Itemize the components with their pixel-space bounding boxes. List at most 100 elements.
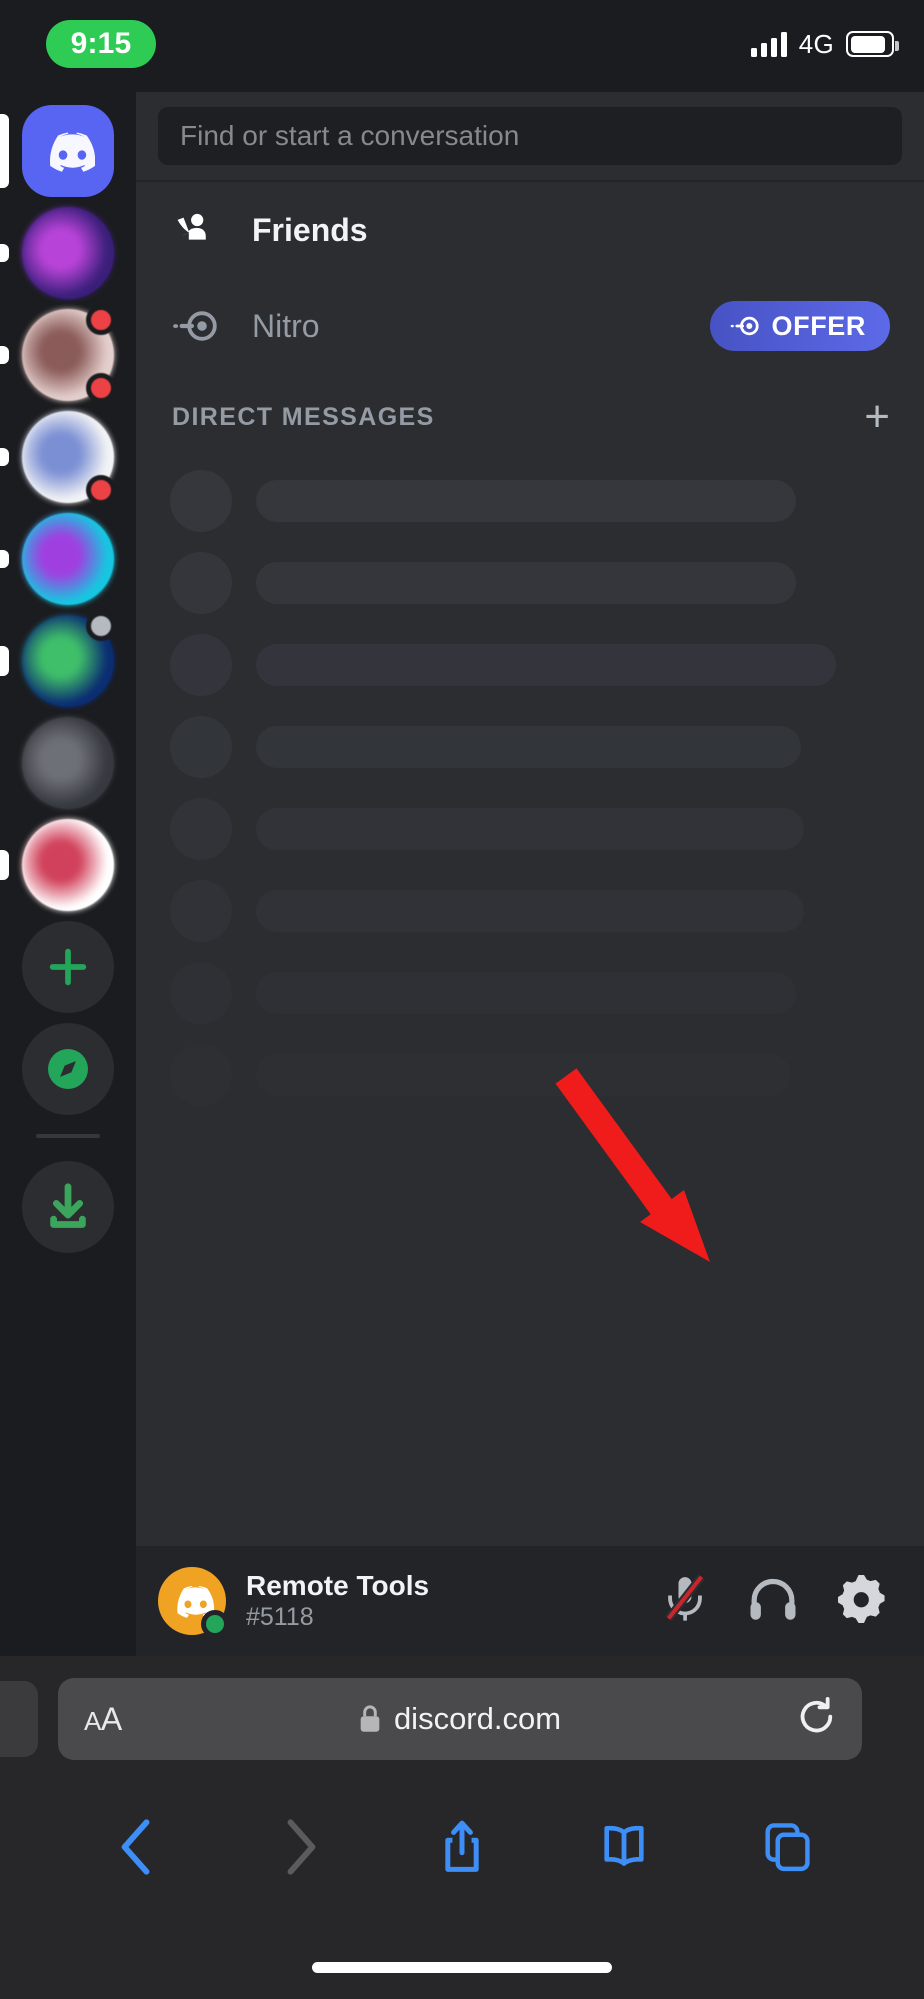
address-bar[interactable]: AA discord.com [58,1678,862,1760]
server-selected-indicator [0,114,9,188]
server-rail-item-1[interactable] [0,100,136,202]
deafen-headphones-button[interactable] [748,1575,798,1628]
forward-button[interactable] [218,1818,380,1876]
server-rail-item-6[interactable] [0,610,136,712]
dm-list-item-skeleton [170,952,890,1034]
status-bar-time: 9:15 [46,20,156,68]
nav-item-nitro[interactable]: Nitro OFFER [136,278,924,374]
nav-label-nitro: Nitro [252,307,320,344]
nav-item-friends[interactable]: Friends [136,182,924,278]
notification-badge [86,373,116,403]
add-server-button[interactable] [0,916,136,1018]
nitro-boost-icon [730,316,759,336]
avatar-placeholder [170,470,232,532]
user-info: Remote Tools #5118 [246,1570,429,1632]
server-selected-indicator [0,550,9,568]
avatar-placeholder [170,798,232,860]
browser-toolbar [0,1782,924,1912]
server-selected-indicator [0,244,9,262]
address-bar-row: AA discord.com [0,1656,924,1782]
nav-label-friends: Friends [252,211,368,248]
dm-list-item-skeleton [170,1034,890,1116]
network-type-label: 4G [798,28,834,59]
notification-badge [86,305,116,335]
name-placeholder [256,972,796,1014]
username: Remote Tools [246,1569,430,1601]
name-placeholder [256,644,836,686]
notification-badge [86,611,116,641]
bookmarks-button[interactable] [543,1822,705,1872]
search-input[interactable]: Find or start a conversation [158,107,902,165]
mute-microphone-button[interactable] [662,1573,708,1630]
nitro-boost-icon [170,309,226,343]
adjacent-tab-edge[interactable] [0,1681,38,1757]
avatar-placeholder [170,552,232,614]
dm-list-item-skeleton [170,542,890,624]
status-bar: 9:15 4G [0,0,924,92]
server-rail-item-2[interactable] [0,202,136,304]
address-bar-content: discord.com [58,1701,862,1737]
rail-divider [36,1134,100,1138]
server-rail-item-7[interactable] [0,712,136,814]
server-rail-item-5[interactable] [0,508,136,610]
server-avatar [22,513,114,605]
avatar[interactable] [158,1567,229,1638]
dm-list-item-skeleton [170,706,890,788]
server-rail-item-8[interactable] [0,814,136,916]
download-apps-button[interactable] [0,1156,136,1258]
name-placeholder [256,1054,791,1096]
dm-list-item-skeleton [170,870,890,952]
server-selected-indicator [0,646,9,676]
name-placeholder [256,480,796,522]
user-panel: Remote Tools #5118 [136,1546,924,1656]
server-avatar [22,207,114,299]
search-bar-container: Find or start a conversation [136,92,924,180]
server-selected-indicator [0,346,9,364]
avatar-placeholder [170,1044,232,1106]
nitro-offer-label: OFFER [771,310,866,341]
dm-list [136,460,924,1116]
server-selected-indicator [0,448,9,466]
dm-list-item-skeleton [170,624,890,706]
dm-list-item-skeleton [170,460,890,542]
server-rail[interactable] [0,92,136,1656]
browser-chrome: AA discord.com [0,1656,924,1999]
name-placeholder [256,562,796,604]
nitro-offer-badge[interactable]: OFFER [709,301,890,351]
home-indicator [312,1962,612,1973]
name-placeholder [256,726,801,768]
friends-wave-icon [170,209,226,251]
server-rail-item-4[interactable] [0,406,136,508]
dm-list-item-skeleton [170,788,890,870]
direct-messages-title: DIRECT MESSAGES [172,402,435,431]
server-avatar [22,819,114,911]
user-settings-button[interactable] [838,1573,890,1630]
status-bar-indicators: 4G [750,22,899,66]
server-rail-item-3[interactable] [0,304,136,406]
dm-sidebar-panel: Find or start a conversation Friends Nit… [136,92,924,1656]
tabs-button[interactable] [706,1821,868,1873]
url-text: discord.com [393,1701,562,1736]
direct-messages-header: DIRECT MESSAGES + [136,374,924,460]
download-icon [22,1161,114,1253]
avatar-placeholder [170,880,232,942]
user-actions [662,1573,898,1630]
server-selected-indicator [0,850,9,880]
explore-servers-button[interactable] [0,1018,136,1120]
share-button[interactable] [381,1818,543,1876]
search-placeholder: Find or start a conversation [180,120,520,151]
back-button[interactable] [56,1818,218,1876]
avatar-placeholder [170,716,232,778]
create-dm-button[interactable]: + [864,395,890,439]
name-placeholder [256,808,804,850]
status-badge [201,1610,229,1638]
server-avatar [22,717,114,809]
server-avatar [22,105,114,197]
notification-badge [86,475,116,505]
compass-icon [22,1023,114,1115]
battery-icon [846,31,899,57]
server-avatar [22,411,116,505]
lock-icon [360,1705,380,1732]
server-avatar [22,611,116,707]
signal-bars-icon [750,31,787,57]
